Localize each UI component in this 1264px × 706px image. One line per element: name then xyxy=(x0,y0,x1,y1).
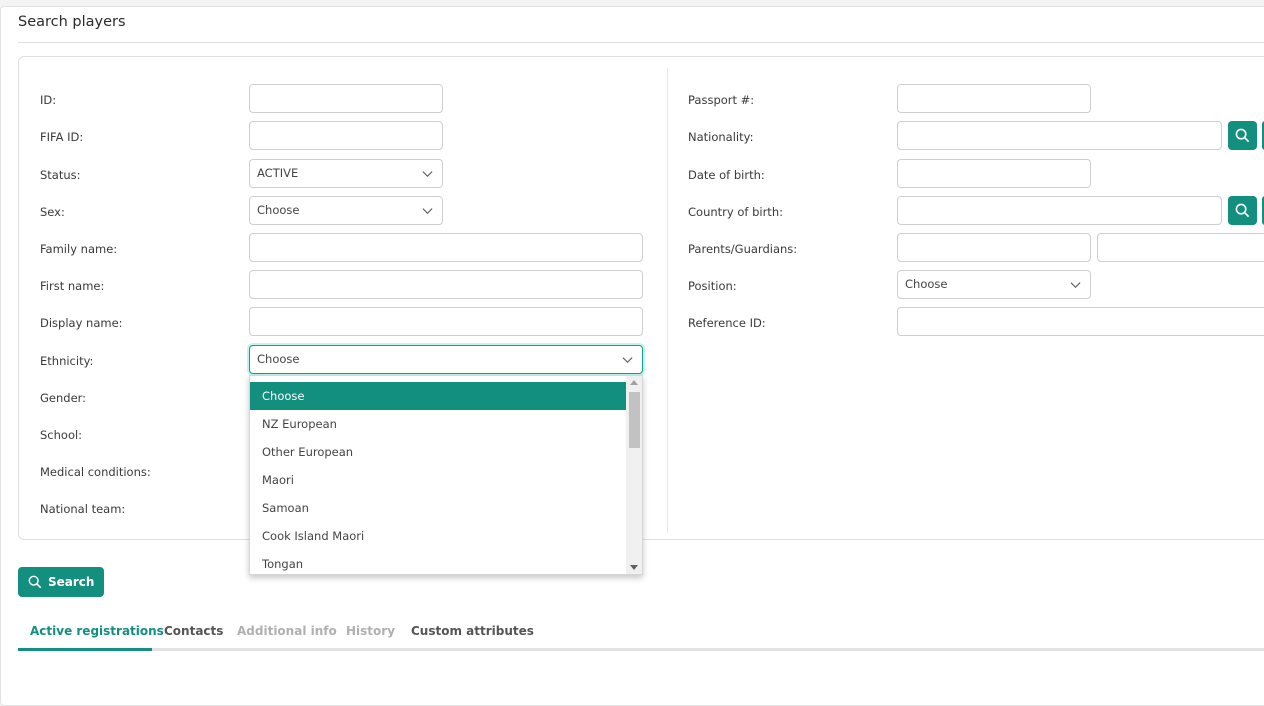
page-title: Search players xyxy=(18,14,126,30)
sex-select-value: Choose xyxy=(257,203,300,217)
status-select[interactable]: ACTIVE xyxy=(249,159,443,188)
id-input[interactable] xyxy=(249,84,443,113)
scroll-up-arrow-icon[interactable] xyxy=(630,380,638,385)
parent-guardian-1-input[interactable] xyxy=(897,233,1091,262)
chevron-down-icon xyxy=(422,208,433,215)
ethnicity-option[interactable]: Other European xyxy=(250,438,627,466)
medical-conditions-label: Medical conditions: xyxy=(40,465,151,479)
search-button[interactable]: Search xyxy=(18,567,104,597)
gender-label: Gender: xyxy=(40,391,87,405)
country-of-birth-search-button[interactable] xyxy=(1228,196,1257,225)
position-label: Position: xyxy=(688,279,737,293)
chevron-down-icon xyxy=(422,171,433,178)
reference-id-input[interactable] xyxy=(897,307,1264,336)
family-name-label: Family name: xyxy=(40,242,118,256)
search-icon xyxy=(28,575,42,589)
ethnicity-label: Ethnicity: xyxy=(40,354,94,368)
parents-guardians-label: Parents/Guardians: xyxy=(688,242,798,256)
date-of-birth-input[interactable] xyxy=(897,159,1091,188)
ethnicity-option[interactable]: Cook Island Maori xyxy=(250,522,627,550)
country-of-birth-input[interactable] xyxy=(897,196,1222,225)
tab-custom-attributes[interactable]: Custom attributes xyxy=(411,624,534,638)
status-label: Status: xyxy=(40,168,81,182)
parent-guardian-2-input[interactable] xyxy=(1097,233,1264,262)
tab-active-registrations[interactable]: Active registrations xyxy=(30,624,164,638)
tab-history[interactable]: History xyxy=(346,624,395,638)
scrollbar-thumb[interactable] xyxy=(629,392,640,448)
first-name-input[interactable] xyxy=(249,270,643,299)
position-select[interactable]: Choose xyxy=(897,270,1091,299)
ethnicity-option[interactable]: Maori xyxy=(250,466,627,494)
nationality-label: Nationality: xyxy=(688,130,754,144)
ethnicity-dropdown-list: Choose NZ European Other European Maori … xyxy=(249,375,643,575)
national-team-label: National team: xyxy=(40,502,126,516)
dropdown-scrollbar[interactable] xyxy=(626,376,642,574)
nationality-search-button[interactable] xyxy=(1228,121,1257,150)
chevron-down-icon xyxy=(622,357,633,364)
passport-label: Passport #: xyxy=(688,93,755,107)
tab-additional-info[interactable]: Additional info xyxy=(237,624,337,638)
tab-bar-rule xyxy=(18,648,1264,651)
ethnicity-option[interactable]: Samoan xyxy=(250,494,627,522)
column-divider xyxy=(667,68,668,533)
country-of-birth-label: Country of birth: xyxy=(688,205,783,219)
tab-bar: Active registrations Contacts Additional… xyxy=(18,620,1264,651)
reference-id-label: Reference ID: xyxy=(688,316,766,330)
search-icon xyxy=(1235,128,1250,143)
title-divider xyxy=(18,42,1264,43)
scroll-down-arrow-icon[interactable] xyxy=(630,565,638,570)
school-label: School: xyxy=(40,428,83,442)
ethnicity-option[interactable]: Tongan xyxy=(250,550,627,574)
ethnicity-option[interactable]: Choose xyxy=(250,382,627,410)
search-button-label: Search xyxy=(48,575,95,589)
ethnicity-select-value: Choose xyxy=(257,352,300,366)
fifa-id-input[interactable] xyxy=(249,121,443,150)
tab-contacts[interactable]: Contacts xyxy=(164,624,223,638)
first-name-label: First name: xyxy=(40,279,105,293)
nationality-input[interactable] xyxy=(897,121,1222,150)
date-of-birth-label: Date of birth: xyxy=(688,168,765,182)
family-name-input[interactable] xyxy=(249,233,643,262)
position-select-value: Choose xyxy=(905,277,948,291)
display-name-label: Display name: xyxy=(40,316,123,330)
sex-select[interactable]: Choose xyxy=(249,196,443,225)
ethnicity-select[interactable]: Choose xyxy=(249,345,643,374)
status-select-value: ACTIVE xyxy=(257,166,299,180)
id-label: ID: xyxy=(40,93,57,107)
display-name-input[interactable] xyxy=(249,307,643,336)
search-icon xyxy=(1235,203,1250,218)
sex-label: Sex: xyxy=(40,205,65,219)
chevron-down-icon xyxy=(1070,282,1081,289)
ethnicity-option[interactable]: NZ European xyxy=(250,410,627,438)
passport-input[interactable] xyxy=(897,84,1091,113)
fifa-id-label: FIFA ID: xyxy=(40,130,84,144)
active-tab-indicator xyxy=(18,648,152,651)
